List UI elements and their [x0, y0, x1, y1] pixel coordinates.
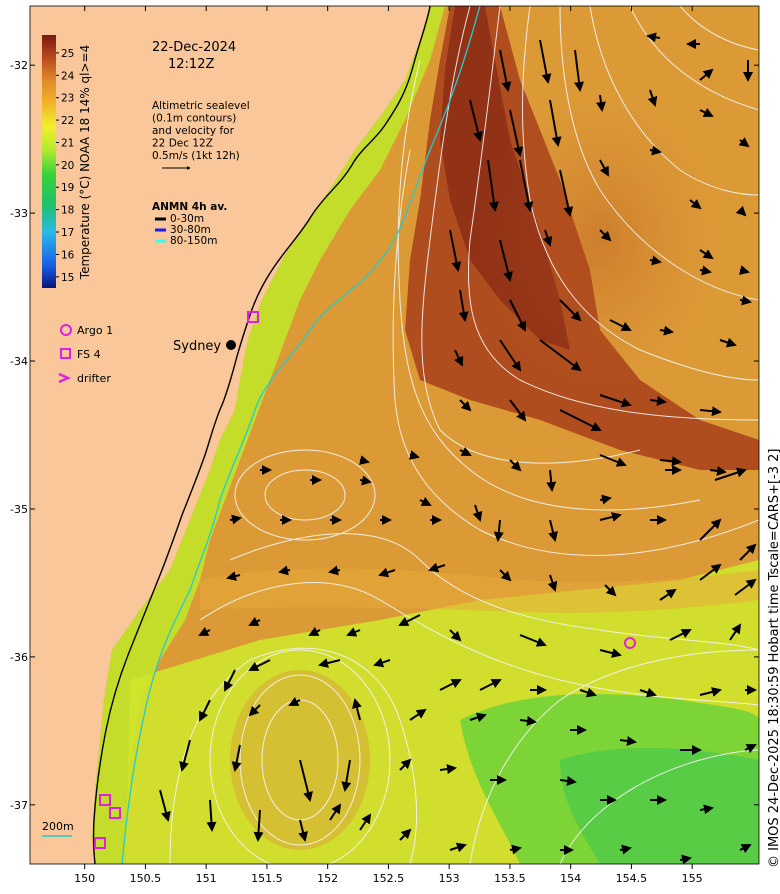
- southern-green-patch: [560, 747, 759, 864]
- colorbar-tick-label: 15: [61, 272, 74, 284]
- x-tick-label: 154.5: [616, 872, 648, 885]
- colorbar-tick-label: 16: [61, 249, 75, 261]
- colorbar-tick-label: 25: [61, 48, 74, 60]
- x-tick-label: 151: [196, 872, 217, 885]
- colorbar-tick-label: 19: [61, 182, 74, 194]
- altimetry-note-line: 0.5m/s (1kt 12h): [152, 150, 240, 162]
- date-label: 22-Dec-2024: [152, 40, 236, 55]
- x-tick-label: 150.5: [130, 872, 162, 885]
- copyright-label: © IMOS 24-Dec-2025 18:30:59 Hobart time …: [767, 449, 780, 868]
- x-tick-label: 152.5: [373, 872, 405, 885]
- sst-map: 200m 15 16 17 18 19 20 21 22 23 24 25 Temperature …: [0, 0, 780, 890]
- colorbar-tick-label: 23: [61, 93, 74, 105]
- place-label: Sydney: [173, 339, 221, 354]
- x-tick-label: 152: [317, 872, 338, 885]
- colorbar-label: Temperature (°C) NOAA 18 14% ql>=4: [78, 45, 92, 280]
- colorbar-tick-label: 18: [61, 205, 74, 217]
- y-tick-label: -32: [10, 59, 28, 72]
- y-tick-label: -33: [10, 207, 28, 220]
- altimetry-note-line: 22 Dec 12Z: [152, 138, 213, 150]
- anmn-legend-label: 80-150m: [170, 235, 217, 247]
- colorbar: [42, 35, 56, 288]
- x-tick-label: 150: [74, 872, 95, 885]
- altimetry-note-line: and velocity for: [152, 125, 235, 137]
- anmn-title: ANMN 4h av.: [152, 201, 227, 213]
- colorbar-tick-label: 21: [61, 137, 74, 149]
- y-tick-label: -35: [10, 503, 28, 516]
- x-tick-label: 151.5: [251, 872, 283, 885]
- colorbar-tick-label: 22: [61, 115, 74, 127]
- altimetry-note-line: Altimetric sealevel: [152, 100, 250, 112]
- x-tick-label: 153.5: [494, 872, 526, 885]
- isobath-label: 200m: [42, 820, 74, 833]
- colorbar-tick-label: 20: [61, 160, 74, 172]
- marker-legend-label: drifter: [77, 372, 111, 385]
- y-tick-label: -37: [10, 799, 28, 812]
- y-tick-label: -36: [10, 651, 28, 664]
- x-tick-label: 153: [439, 872, 460, 885]
- time-label: 12:12Z: [168, 57, 214, 72]
- y-tick-label: -34: [10, 355, 28, 368]
- x-tick-label: 154: [560, 872, 581, 885]
- colorbar-tick-label: 24: [61, 70, 75, 82]
- colorbar-tick-label: 17: [61, 227, 74, 239]
- marker-legend-label: Argo 1: [77, 324, 113, 337]
- altimetry-note-line: (0.1m contours): [152, 113, 236, 125]
- x-tick-label: 155: [682, 872, 703, 885]
- marker-legend-label: FS 4: [77, 348, 101, 361]
- sydney-marker: [226, 340, 236, 350]
